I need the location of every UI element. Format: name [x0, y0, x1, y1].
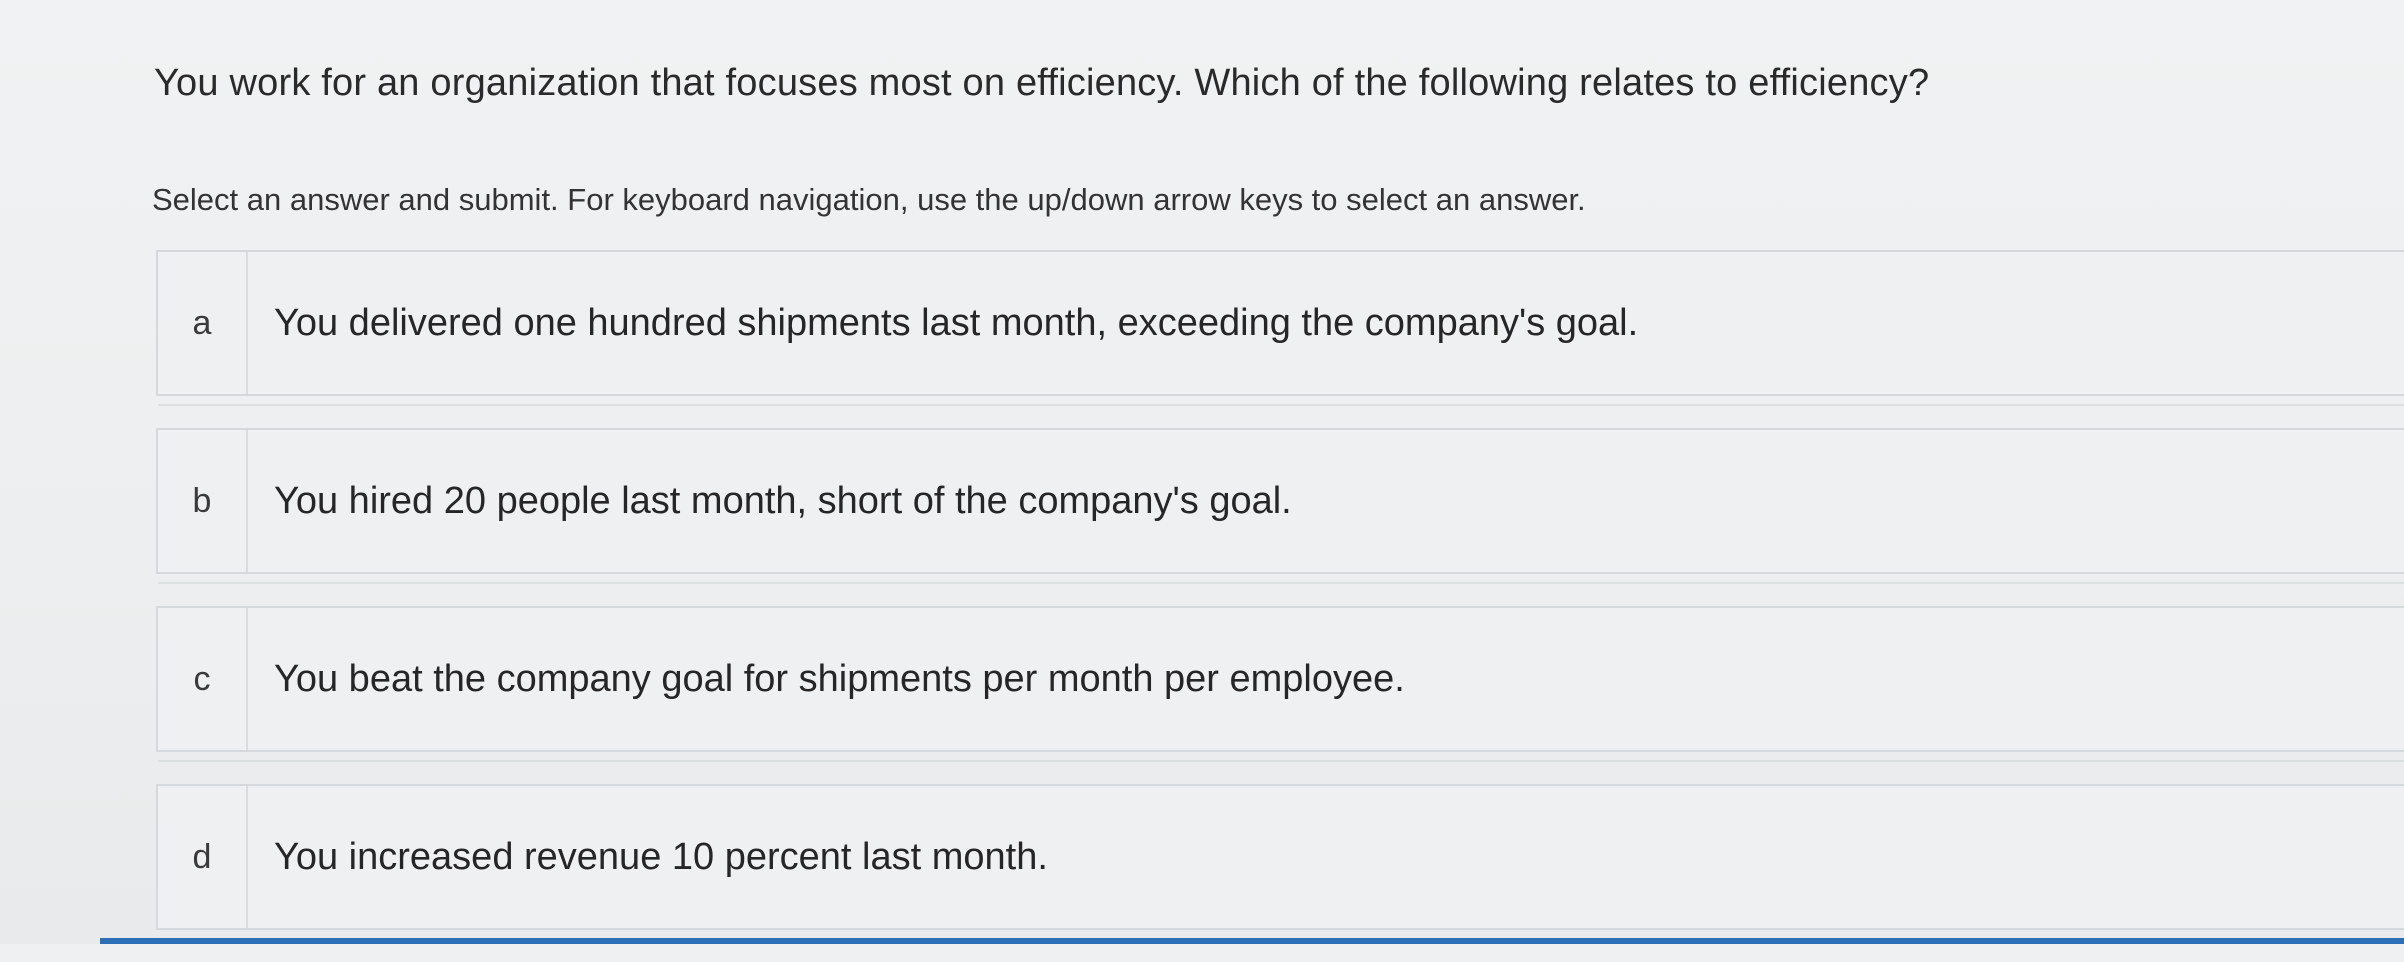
option-letter: d	[158, 786, 248, 928]
option-text: You increased revenue 10 percent last mo…	[274, 835, 1048, 878]
option-text: You beat the company goal for shipments …	[274, 657, 1405, 700]
question-text: You work for an organization that focuse…	[154, 62, 1930, 104]
question-page: You work for an organization that focuse…	[0, 0, 2404, 944]
option-letter: a	[158, 252, 248, 394]
answer-options: a You delivered one hundred shipments la…	[156, 250, 2404, 962]
answer-option-b[interactable]: b You hired 20 people last month, short …	[156, 428, 2404, 584]
answer-option-c[interactable]: c You beat the company goal for shipment…	[156, 606, 2404, 762]
answer-option-d[interactable]: d You increased revenue 10 percent last …	[156, 784, 2404, 940]
option-letter: c	[158, 608, 248, 750]
option-text: You delivered one hundred shipments last…	[274, 301, 1639, 344]
accent-bar	[100, 938, 2404, 944]
instructions-text: Select an answer and submit. For keyboar…	[152, 182, 1586, 217]
option-letter: b	[158, 430, 248, 572]
answer-option-a[interactable]: a You delivered one hundred shipments la…	[156, 250, 2404, 406]
option-text: You hired 20 people last month, short of…	[274, 479, 1292, 522]
